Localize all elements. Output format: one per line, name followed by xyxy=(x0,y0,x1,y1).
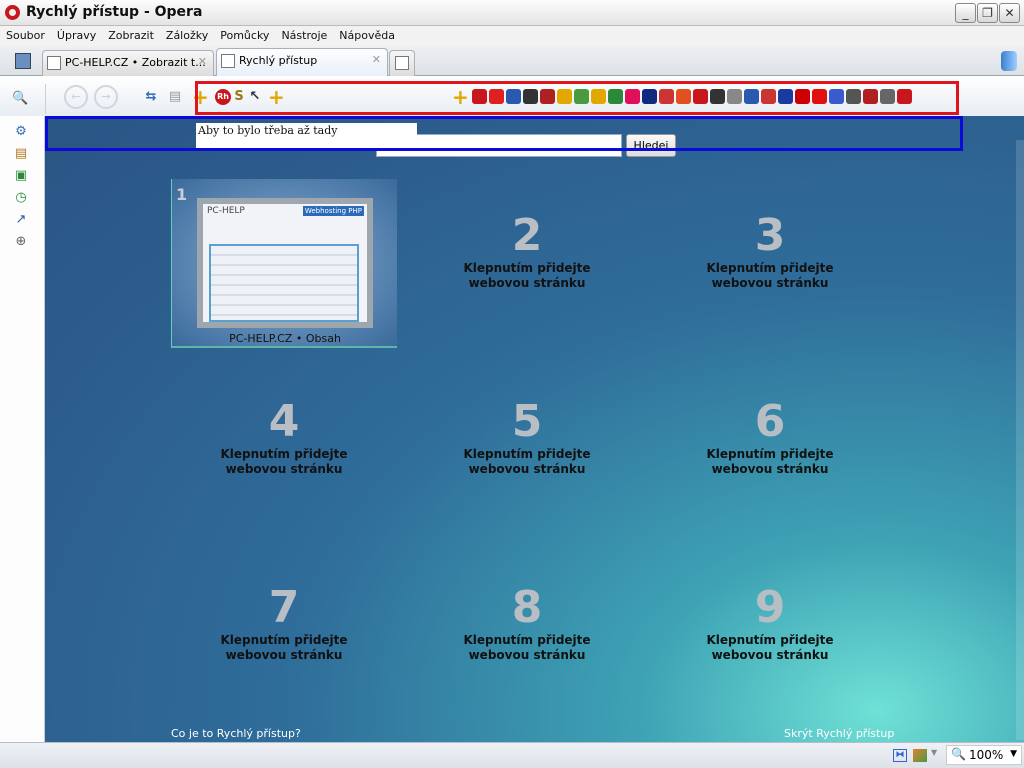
menu-soubor[interactable]: Soubor xyxy=(0,26,51,45)
dial-caption: PC-HELP.CZ • Obsah xyxy=(229,332,341,345)
speed-dial-3[interactable]: 3 Klepnutím přidejte webovou stránku xyxy=(657,179,883,347)
speed-dial-1[interactable]: 1 PC-HELP Webhosting PHP PC-HELP.CZ • Ob… xyxy=(171,179,397,348)
menu-zalozky[interactable]: Záložky xyxy=(160,26,214,45)
dial-caption: Klepnutím přidejte webovou stránku xyxy=(463,633,591,662)
search-panel-icon[interactable]: 🔍 xyxy=(12,91,28,107)
forward-button[interactable]: → xyxy=(94,85,118,109)
highlight-blue-box xyxy=(45,116,963,151)
images-icon[interactable] xyxy=(913,749,927,762)
panel-sidebar: ⚙ ▤ ▣ ◷ ↗ ⊕ xyxy=(0,116,45,742)
fit-width-icon[interactable]: ⧓ xyxy=(893,749,907,762)
dial-caption: Klepnutím přidejte webovou stránku xyxy=(463,447,591,476)
maximize-button[interactable]: ❐ xyxy=(977,3,998,23)
laptop-icon xyxy=(47,56,61,70)
dial-number: 2 xyxy=(511,210,543,261)
speed-dial-2[interactable]: 2 Klepnutím přidejte webovou stránku xyxy=(414,179,640,347)
speed-dial-9[interactable]: 9 Klepnutím přidejte webovou stránku xyxy=(657,551,883,719)
dial-caption: Klepnutím přidejte webovou stránku xyxy=(463,261,591,290)
menu-pomucky[interactable]: Pomůcky xyxy=(214,26,275,45)
back-button[interactable]: ← xyxy=(64,85,88,109)
dial-number: 1 xyxy=(176,185,188,204)
dial-number: 8 xyxy=(511,582,543,633)
hide-speed-dial-link[interactable]: Skrýt Rychlý přístup xyxy=(784,727,894,740)
zoom-select[interactable]: 🔍 100% ▼ xyxy=(946,745,1022,765)
page-info-icon[interactable]: ▤ xyxy=(167,89,183,105)
window-title: Rychlý přístup - Opera xyxy=(26,4,203,20)
speed-dial-5[interactable]: 5 Klepnutím přidejte webovou stránku xyxy=(414,365,640,533)
status-bar: ⧓ ▼ xyxy=(0,742,1024,768)
dial-number: 4 xyxy=(268,396,300,447)
dropdown-arrow-icon: ▼ xyxy=(1010,749,1017,759)
close-tab-icon[interactable]: ✕ xyxy=(372,53,381,66)
tab-label: Rychlý přístup xyxy=(239,54,318,67)
highlight-red-box xyxy=(195,81,959,115)
dial-caption: Klepnutím přidejte webovou stránku xyxy=(706,633,834,662)
menu-bar: Soubor Úpravy Zobrazit Záložky Pomůcky Nástro… xyxy=(0,26,1024,46)
dial-caption: Klepnutím přidejte webovou stránku xyxy=(706,261,834,290)
scrollbar[interactable] xyxy=(1016,140,1024,740)
thumb-banner: Webhosting PHP xyxy=(302,206,364,216)
thumb-forum-table xyxy=(209,244,359,322)
dial-caption: Klepnutím přidejte webovou stránku xyxy=(706,447,834,476)
title-bar: Rychlý přístup - Opera _ ❐ ✕ xyxy=(0,0,1024,26)
menu-upravy[interactable]: Úpravy xyxy=(51,26,102,45)
add-panel-icon[interactable]: ⊕ xyxy=(13,234,29,250)
history-icon[interactable]: ◷ xyxy=(13,190,29,206)
tab-label: PC-HELP.CZ • Zobrazit t... xyxy=(65,56,206,69)
gear-icon[interactable]: ⚙ xyxy=(13,124,29,140)
reload-icon[interactable]: ⇆ xyxy=(143,89,159,105)
minimize-button[interactable]: _ xyxy=(955,3,976,23)
about-speed-dial-link[interactable]: Co je to Rychlý přístup? xyxy=(171,727,301,740)
dial-number: 9 xyxy=(754,582,786,633)
dial-number: 3 xyxy=(754,210,786,261)
thumb-logo: PC-HELP xyxy=(207,206,245,216)
links-icon[interactable]: ↗ xyxy=(13,212,29,228)
new-tab-button[interactable] xyxy=(389,50,415,76)
notes-icon[interactable]: ▤ xyxy=(13,146,29,162)
tab-bar: PC-HELP.CZ • Zobrazit t... ✕ Rychlý přís… xyxy=(0,46,1024,76)
separator xyxy=(45,84,46,114)
dial-number: 5 xyxy=(511,396,543,447)
speed-dial-6[interactable]: 6 Klepnutím přidejte webovou stránku xyxy=(657,365,883,533)
close-button[interactable]: ✕ xyxy=(999,3,1020,23)
dial-number: 6 xyxy=(754,396,786,447)
tab-pc-help[interactable]: PC-HELP.CZ • Zobrazit t... ✕ xyxy=(42,50,214,76)
page-icon xyxy=(221,54,235,68)
speed-dial-8[interactable]: 8 Klepnutím přidejte webovou stránku xyxy=(414,551,640,719)
images-dropdown-icon[interactable]: ▼ xyxy=(931,748,937,757)
transfers-icon[interactable]: ▣ xyxy=(13,168,29,184)
trash-icon[interactable] xyxy=(1001,51,1017,71)
menu-nastroje[interactable]: Nástroje xyxy=(275,26,333,45)
tab-rychly-pristup[interactable]: Rychlý přístup ✕ xyxy=(216,48,388,76)
zoom-value: 100% xyxy=(969,748,1004,762)
opera-logo-icon xyxy=(5,5,20,20)
dial-caption: Klepnutím přidejte webovou stránku xyxy=(220,447,348,476)
dial-caption: Klepnutím přidejte webovou stránku xyxy=(220,633,348,662)
menu-napoveda[interactable]: Nápověda xyxy=(333,26,401,45)
menu-zobrazit[interactable]: Zobrazit xyxy=(102,26,160,45)
dial-number: 7 xyxy=(268,582,300,633)
close-tab-icon[interactable]: ✕ xyxy=(198,55,207,68)
zoom-icon: 🔍 xyxy=(951,747,966,761)
panel-toggle-icon[interactable] xyxy=(15,53,31,69)
speed-dial-7[interactable]: 7 Klepnutím přidejte webovou stránku xyxy=(171,551,397,719)
thumbnail-image: PC-HELP Webhosting PHP xyxy=(197,198,373,328)
new-tab-icon xyxy=(395,56,409,70)
speed-dial-4[interactable]: 4 Klepnutím přidejte webovou stránku xyxy=(171,365,397,533)
